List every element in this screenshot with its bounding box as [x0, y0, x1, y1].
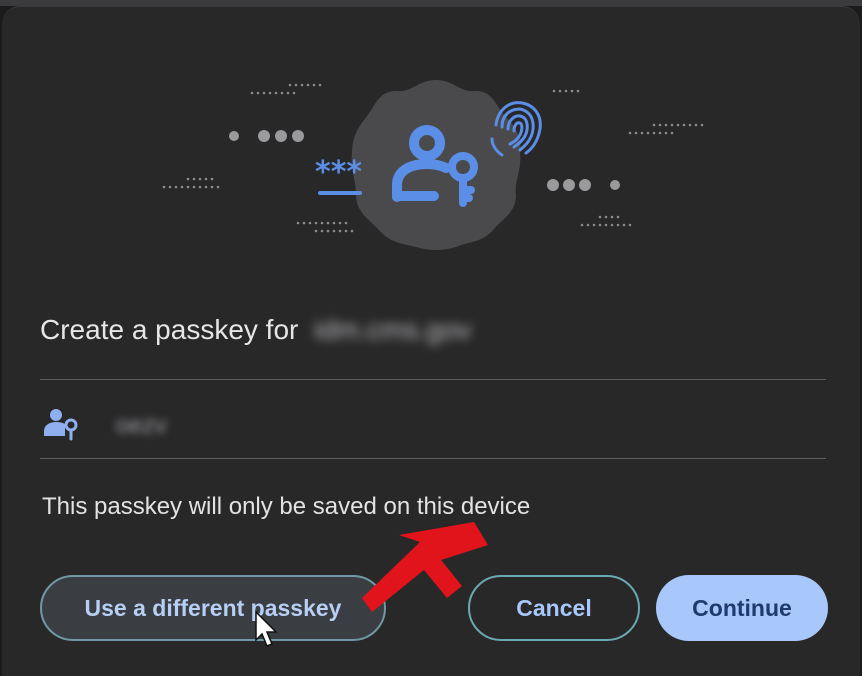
cancel-label: Cancel	[516, 594, 592, 621]
use-different-passkey-label: Use a different passkey	[84, 594, 342, 621]
bottom-divider	[40, 458, 826, 459]
username: oezv	[116, 412, 167, 439]
cancel-button[interactable]: Cancel	[468, 575, 640, 641]
device-note: This passkey will only be saved on this …	[42, 493, 531, 520]
site-name: idm.cms.gov	[314, 314, 472, 345]
continue-button[interactable]: Continue	[656, 575, 828, 641]
passkey-dialog: *** Create a passkey for idm.cms.gov oez…	[2, 6, 860, 676]
passkey-illustration-icon: ***	[2, 7, 860, 277]
page-title: Create a passkey for idm.cms.gov	[40, 314, 471, 346]
top-divider	[40, 379, 826, 380]
title-text: Create a passkey for	[40, 314, 299, 345]
svg-text:***: ***	[315, 155, 362, 190]
continue-label: Continue	[692, 594, 792, 621]
use-different-passkey-button[interactable]: Use a different passkey	[40, 575, 386, 641]
account-row: oezv	[40, 389, 826, 463]
person-key-icon	[44, 409, 78, 441]
